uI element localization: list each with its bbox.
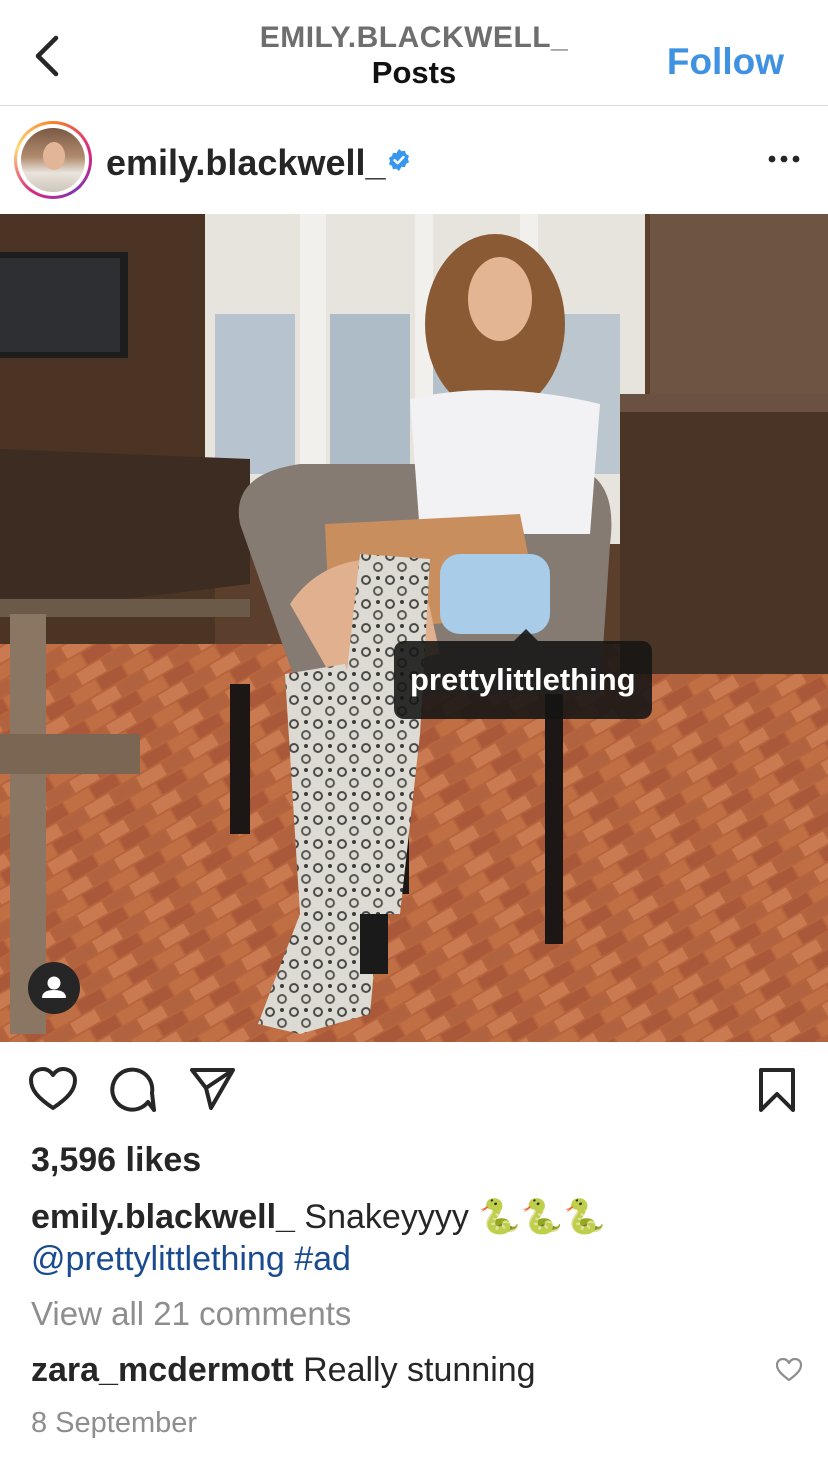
like-button[interactable] — [28, 1066, 78, 1117]
caption-tags: @prettylittlething #ad — [31, 1238, 351, 1280]
more-horizontal-icon — [768, 155, 800, 163]
header-subtitle: Posts — [371, 55, 457, 90]
caption-hashtag[interactable]: #ad — [294, 1240, 351, 1278]
post-author-username[interactable]: emily.blackwell_ — [106, 143, 386, 183]
comment-like-button[interactable] — [775, 1357, 803, 1383]
share-button[interactable] — [188, 1066, 236, 1117]
header-titles: EMILY.BLACKWELL_ Posts — [200, 20, 628, 90]
send-paper-plane-icon — [190, 1068, 235, 1110]
likes-count[interactable]: 3,596 likes — [31, 1139, 201, 1181]
avatar[interactable] — [14, 121, 92, 199]
post-photo[interactable]: prettylittlething — [0, 214, 828, 1042]
view-all-comments-link[interactable]: View all 21 comments — [31, 1293, 351, 1335]
top-comment: zara_mcdermott Really stunning — [31, 1349, 536, 1391]
comment-bubble-icon — [110, 1067, 156, 1112]
heart-icon — [29, 1067, 77, 1110]
comment-username[interactable]: zara_mcdermott — [31, 1351, 294, 1389]
product-tag-bubble[interactable]: prettylittlething — [394, 629, 652, 719]
comment-text: Really stunning — [303, 1351, 536, 1389]
back-button[interactable] — [26, 30, 70, 82]
caption-text: Snakeyyyy 🐍🐍🐍 — [304, 1198, 606, 1236]
tagged-people-button[interactable] — [28, 962, 80, 1014]
header-username: EMILY.BLACKWELL_ — [259, 21, 569, 54]
photo-scene — [0, 214, 828, 1042]
chevron-left-icon — [35, 35, 59, 77]
more-options-button[interactable] — [766, 144, 802, 174]
top-navigation-bar: EMILY.BLACKWELL_ Posts Follow — [0, 0, 828, 106]
comment-button[interactable] — [108, 1066, 156, 1119]
verified-badge-icon — [389, 149, 409, 171]
post-date: 8 September — [31, 1407, 198, 1439]
bookmark-icon — [759, 1068, 795, 1112]
heart-outline-small-icon — [775, 1357, 803, 1382]
save-button[interactable] — [757, 1066, 797, 1119]
post-caption: emily.blackwell_ Snakeyyyy 🐍🐍🐍 — [31, 1196, 801, 1238]
caption-mention[interactable]: @prettylittlething — [31, 1240, 285, 1278]
caption-username[interactable]: emily.blackwell_ — [31, 1198, 295, 1236]
follow-button[interactable]: Follow — [667, 40, 784, 84]
post-author-row: emily.blackwell_ — [0, 107, 828, 214]
avatar-image — [21, 128, 85, 192]
person-icon — [42, 976, 66, 998]
